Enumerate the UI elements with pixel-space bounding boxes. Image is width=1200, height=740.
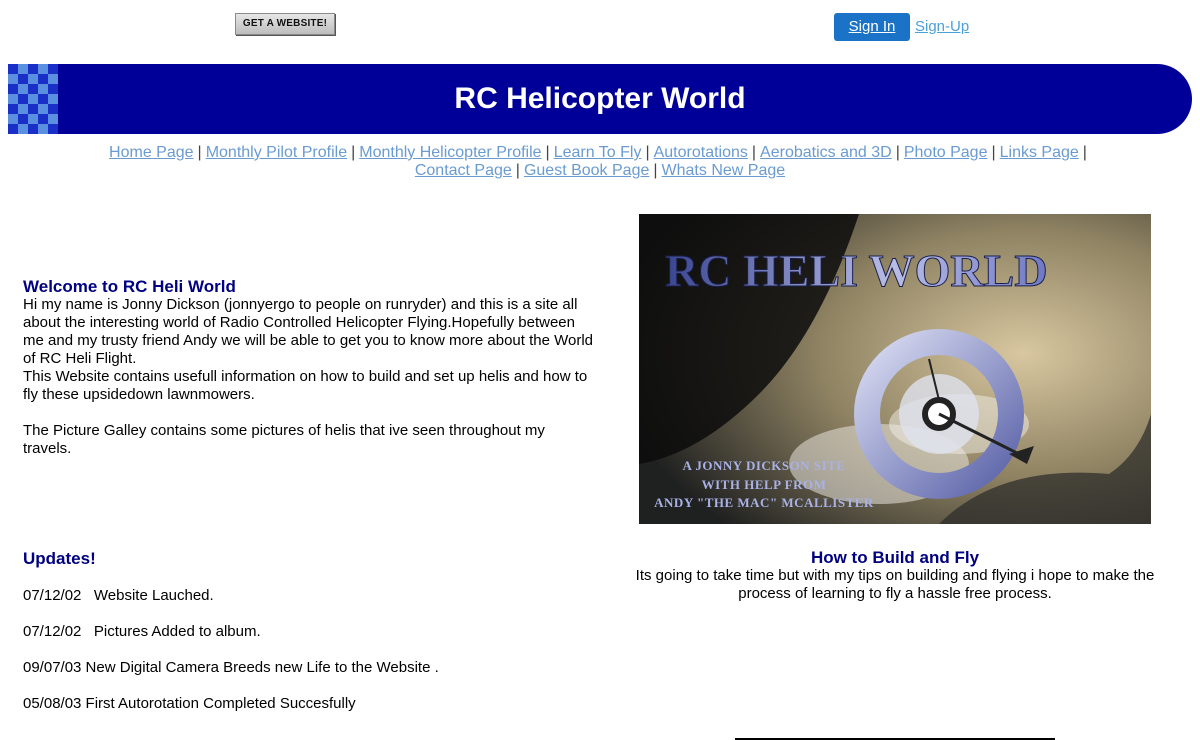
welcome-paragraph-3: The Picture Galley contains some picture… [23, 422, 545, 457]
site-banner: RC Helicopter World [8, 64, 1192, 134]
update-item: 09/07/03 New Digital Camera Breeds new L… [23, 659, 439, 676]
howto-heading: How to Build and Fly [810, 548, 980, 567]
update-item: 05/08/03 First Autorotation Completed Su… [23, 695, 356, 712]
update-item: 07/12/02 Website Lauched. [23, 587, 214, 604]
nav-separator: | [991, 144, 996, 161]
nav-pilot-profile[interactable]: Monthly Pilot Profile [206, 144, 347, 161]
howto-text: Its going to take time but with my tips … [635, 567, 1155, 602]
nav-photo[interactable]: Photo Page [904, 144, 988, 161]
hero-caption-3: ANDY "THE MAC" MCALLISTER [654, 495, 874, 510]
nav-separator: | [653, 162, 658, 179]
nav-separator: | [645, 144, 650, 161]
nav-autorotations[interactable]: Autorotations [654, 144, 748, 161]
nav-links[interactable]: Links Page [1000, 144, 1079, 161]
nav-whats-new[interactable]: Whats New Page [662, 162, 786, 179]
nav-home[interactable]: Home Page [109, 144, 194, 161]
welcome-paragraph-1: Hi my name is Jonny Dickson (jonnyergo t… [23, 296, 594, 367]
rc-heli-world-hero-image: RC HELI WORLD A JONNY DICKSON SITE WITH … [639, 214, 1151, 524]
updates-section: Updates! 07/12/02 Website Lauched. 07/12… [23, 549, 583, 731]
nav-guestbook[interactable]: Guest Book Page [524, 162, 649, 179]
nav-helicopter-profile[interactable]: Monthly Helicopter Profile [359, 144, 541, 161]
welcome-paragraph-2: This Website contains usefull informatio… [23, 368, 588, 403]
site-title: RC Helicopter World [454, 82, 746, 115]
get-a-website-button[interactable]: GET A WEBSITE! [235, 13, 335, 35]
hero-title-text: RC HELI WORLD [665, 245, 1048, 296]
nav-aerobatics[interactable]: Aerobatics and 3D [760, 144, 892, 161]
hero-caption-1: A JONNY DICKSON SITE [682, 458, 845, 473]
nav-learn-to-fly[interactable]: Learn To Fly [554, 144, 642, 161]
sign-in-button[interactable]: Sign In [834, 13, 910, 41]
updates-heading: Updates! [23, 549, 96, 568]
nav-separator: | [351, 144, 356, 161]
update-item: 07/12/02 Pictures Added to album. [23, 623, 261, 640]
welcome-heading: Welcome to RC Heli World [23, 277, 236, 296]
how-to-build-section: How to Build and Fly Its going to take t… [612, 549, 1178, 603]
hero-caption-2: WITH HELP FROM [702, 477, 827, 492]
top-bar: GET A WEBSITE! Sign In Sign-Up [0, 0, 1200, 60]
sign-up-link[interactable]: Sign-Up [915, 18, 969, 35]
nav-separator: | [197, 144, 202, 161]
nav-separator: | [751, 144, 757, 161]
nav-contact[interactable]: Contact Page [415, 162, 512, 179]
nav-separator: | [895, 144, 900, 161]
nav-separator: | [545, 144, 550, 161]
welcome-section: Welcome to RC Heli World Hi my name is J… [23, 278, 593, 458]
nav-separator: | [515, 162, 520, 179]
nav-separator: | [1082, 144, 1087, 161]
main-navigation: Home Page | Monthly Pilot Profile | Monthly … [0, 144, 1200, 180]
